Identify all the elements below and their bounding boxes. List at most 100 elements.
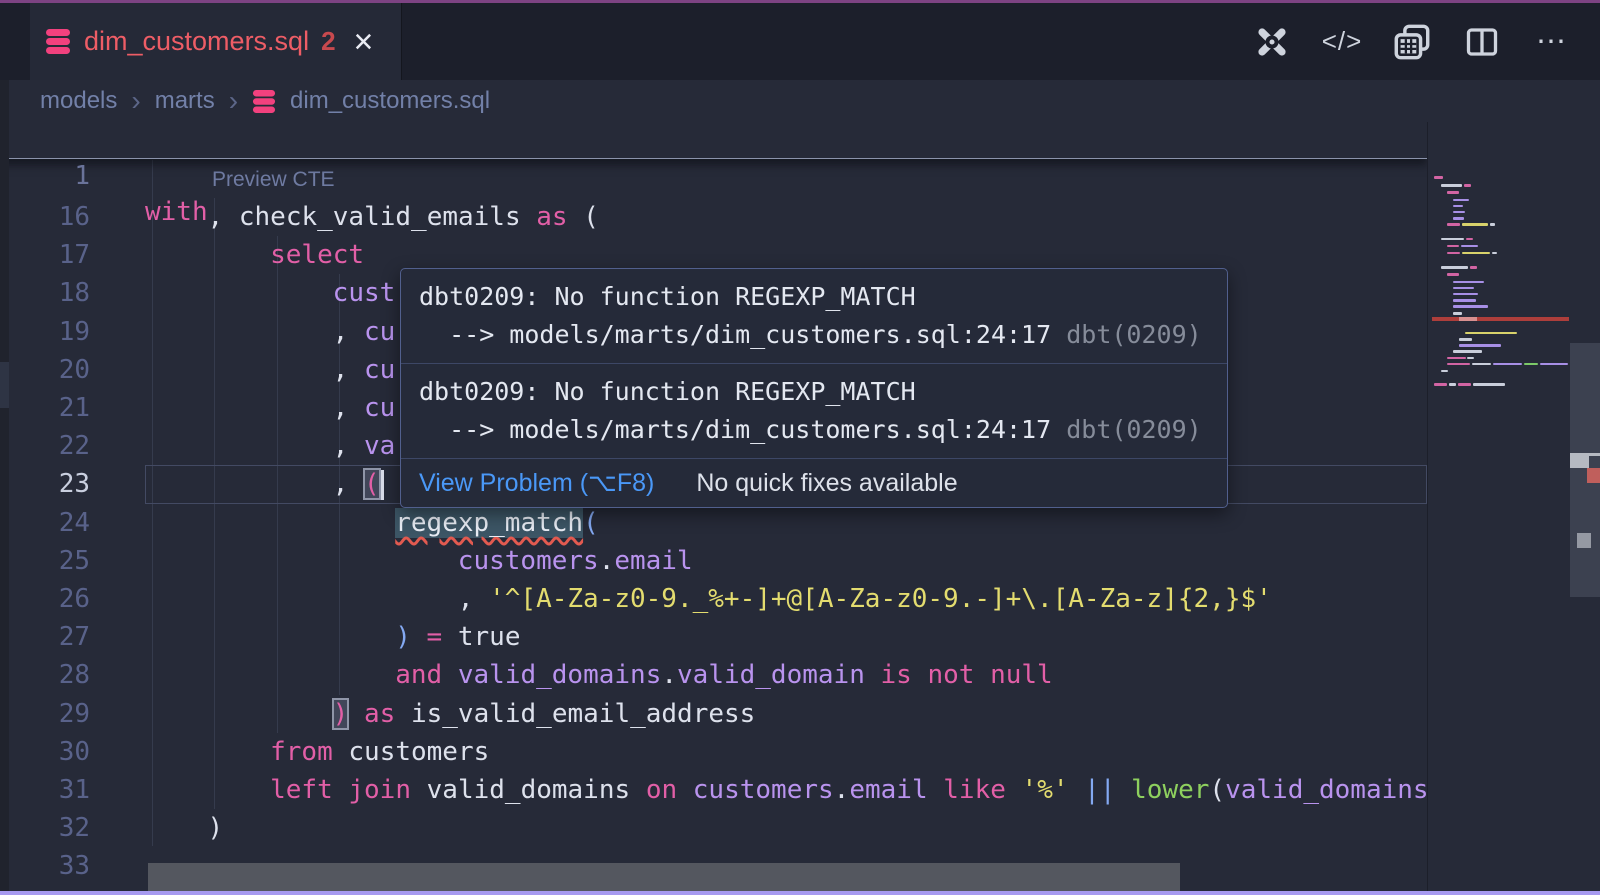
sticky-line-number: 1 xyxy=(0,158,90,194)
code-token: || xyxy=(1084,775,1115,805)
code-token: as xyxy=(364,699,395,729)
minimap[interactable] xyxy=(1427,122,1570,891)
code-token: cu xyxy=(364,393,395,423)
minimap-line xyxy=(1470,266,1477,269)
code-line-29[interactable]: 29) as is_valid_email_address xyxy=(0,695,1427,733)
minimap-line xyxy=(1447,245,1459,248)
code-token: cu xyxy=(364,355,395,385)
sticky-scroll-line-1[interactable]: 1 with xyxy=(0,122,1427,159)
tab-bar: dim_customers.sql 2 × </> xyxy=(0,3,1600,80)
breadcrumb-item-marts[interactable]: marts xyxy=(155,87,215,115)
code-token: valid_domains xyxy=(1225,775,1427,805)
minimap-line xyxy=(1466,238,1473,241)
preview-cte-codelens[interactable]: Preview CTE xyxy=(212,168,335,192)
diagnostic-source: dbt(0209) xyxy=(1066,415,1201,444)
tab-problem-count-badge: 2 xyxy=(321,26,335,57)
minimap-line xyxy=(1453,199,1469,202)
code-token: '^[A-Za-z0-9._%+-]+@[A-Za-z0-9.-]+\.[A-Z… xyxy=(489,584,1272,614)
code-preview-icon[interactable]: </> xyxy=(1322,22,1362,62)
minimap-line xyxy=(1461,245,1478,248)
line-number-32: 32 xyxy=(0,809,90,847)
minimap-line xyxy=(1453,350,1482,353)
code-token xyxy=(411,622,427,652)
minimap-line xyxy=(1465,332,1517,335)
code-token xyxy=(1069,775,1085,805)
minimap-line xyxy=(1492,252,1497,255)
code-token: ) xyxy=(208,813,224,843)
code-token: from xyxy=(270,737,333,767)
line-number-29: 29 xyxy=(0,695,90,733)
split-editor-icon[interactable] xyxy=(1462,22,1502,62)
diagnostic-2: dbt0209: No function REGEXP_MATCH --> mo… xyxy=(401,364,1227,459)
minimap-line xyxy=(1540,363,1568,366)
vertical-scrollbar[interactable] xyxy=(1570,122,1600,891)
code-line-26[interactable]: 26, '^[A-Za-z0-9._%+-]+@[A-Za-z0-9.-]+\.… xyxy=(0,580,1427,618)
sidebar-edge xyxy=(0,80,9,891)
vscode-window: dim_customers.sql 2 × </> xyxy=(0,0,1600,895)
matched-bracket: ) xyxy=(333,699,349,729)
code-token: , xyxy=(458,584,489,614)
minimap-line xyxy=(1453,217,1464,220)
overview-ruler-mark xyxy=(1587,468,1600,483)
code-line-25[interactable]: 25customers.email xyxy=(0,542,1427,580)
code-line-30[interactable]: 30from customers xyxy=(0,733,1427,771)
code-token: on xyxy=(646,775,677,805)
line-number-33: 33 xyxy=(0,847,90,885)
minimap-line xyxy=(1458,383,1471,386)
overview-ruler-mark xyxy=(1577,533,1591,548)
minimap-line xyxy=(1473,383,1505,386)
line-number-23: 23 xyxy=(0,465,90,503)
code-line-16[interactable]: 16, check_valid_emails as ( xyxy=(0,198,1427,236)
line-20-code: , cu xyxy=(333,351,396,389)
code-token: ( xyxy=(568,202,599,232)
code-token: and xyxy=(395,660,442,690)
line-number-20: 20 xyxy=(0,351,90,389)
code-token: email xyxy=(849,775,927,805)
horizontal-scrollbar-slider[interactable] xyxy=(148,863,1180,891)
line-number-24: 24 xyxy=(0,504,90,542)
code-token xyxy=(1115,775,1131,805)
code-token xyxy=(677,775,693,805)
code-line-31[interactable]: 31left join valid_domains on customers.e… xyxy=(0,771,1427,809)
line-number-21: 21 xyxy=(0,389,90,427)
minimap-line xyxy=(1441,238,1464,241)
tab-dim-customers-sql[interactable]: dim_customers.sql 2 × xyxy=(30,3,402,80)
view-problem-link[interactable]: View Problem (⌥F8) xyxy=(419,468,654,498)
more-actions-icon[interactable]: ⋯ xyxy=(1532,22,1572,62)
line-24-code: regexp_match( xyxy=(395,504,599,542)
code-token: ( xyxy=(583,508,599,538)
breadcrumb-separator: › xyxy=(229,89,238,113)
minimap-line xyxy=(1453,281,1484,284)
tab-close-icon[interactable]: × xyxy=(354,27,374,57)
code-token xyxy=(865,660,881,690)
dbt-icon[interactable] xyxy=(1252,22,1292,62)
code-line-24[interactable]: 24 regexp_match( xyxy=(0,504,1427,542)
code-token: va xyxy=(364,431,395,461)
editor-pane[interactable]: 16, check_valid_emails as (17select18cus… xyxy=(0,122,1600,891)
minimap-line xyxy=(1464,184,1471,187)
code-token: customers xyxy=(693,775,834,805)
minimap-line xyxy=(1493,363,1522,366)
minimap-line xyxy=(1453,312,1462,315)
diagnostic-location: --> models/marts/dim_customers.sql:24:17… xyxy=(419,411,1209,449)
code-line-28[interactable]: 28and valid_domains.valid_domain is not … xyxy=(0,656,1427,694)
line-17-code: select xyxy=(270,236,364,274)
query-results-icon[interactable] xyxy=(1392,22,1432,62)
minimap-line xyxy=(1441,184,1462,187)
diagnostic-message: dbt0209: No function REGEXP_MATCH xyxy=(419,373,1209,411)
breadcrumb-item-models[interactable]: models xyxy=(40,87,117,115)
line-27-code: ) = true xyxy=(395,618,520,656)
line-28-code: and valid_domains.valid_domain is not nu… xyxy=(395,656,1052,694)
minimap-line xyxy=(1449,383,1456,386)
code-token: true xyxy=(442,622,520,652)
sticky-line-code: with xyxy=(145,194,208,230)
minimap-line xyxy=(1453,305,1488,308)
minimap-line xyxy=(1447,363,1470,366)
diagnostic-location: --> models/marts/dim_customers.sql:24:17… xyxy=(419,316,1209,354)
code-line-27[interactable]: 27) = true xyxy=(0,618,1427,656)
diagnostic-path: --> models/marts/dim_customers.sql:24:17 xyxy=(419,320,1066,349)
line-25-code: customers.email xyxy=(458,542,693,580)
line-32-code: ) xyxy=(208,809,224,847)
breadcrumb-item-dim-customers-sql[interactable]: dim_customers.sql xyxy=(290,87,490,115)
code-line-32[interactable]: 32) xyxy=(0,809,1427,847)
